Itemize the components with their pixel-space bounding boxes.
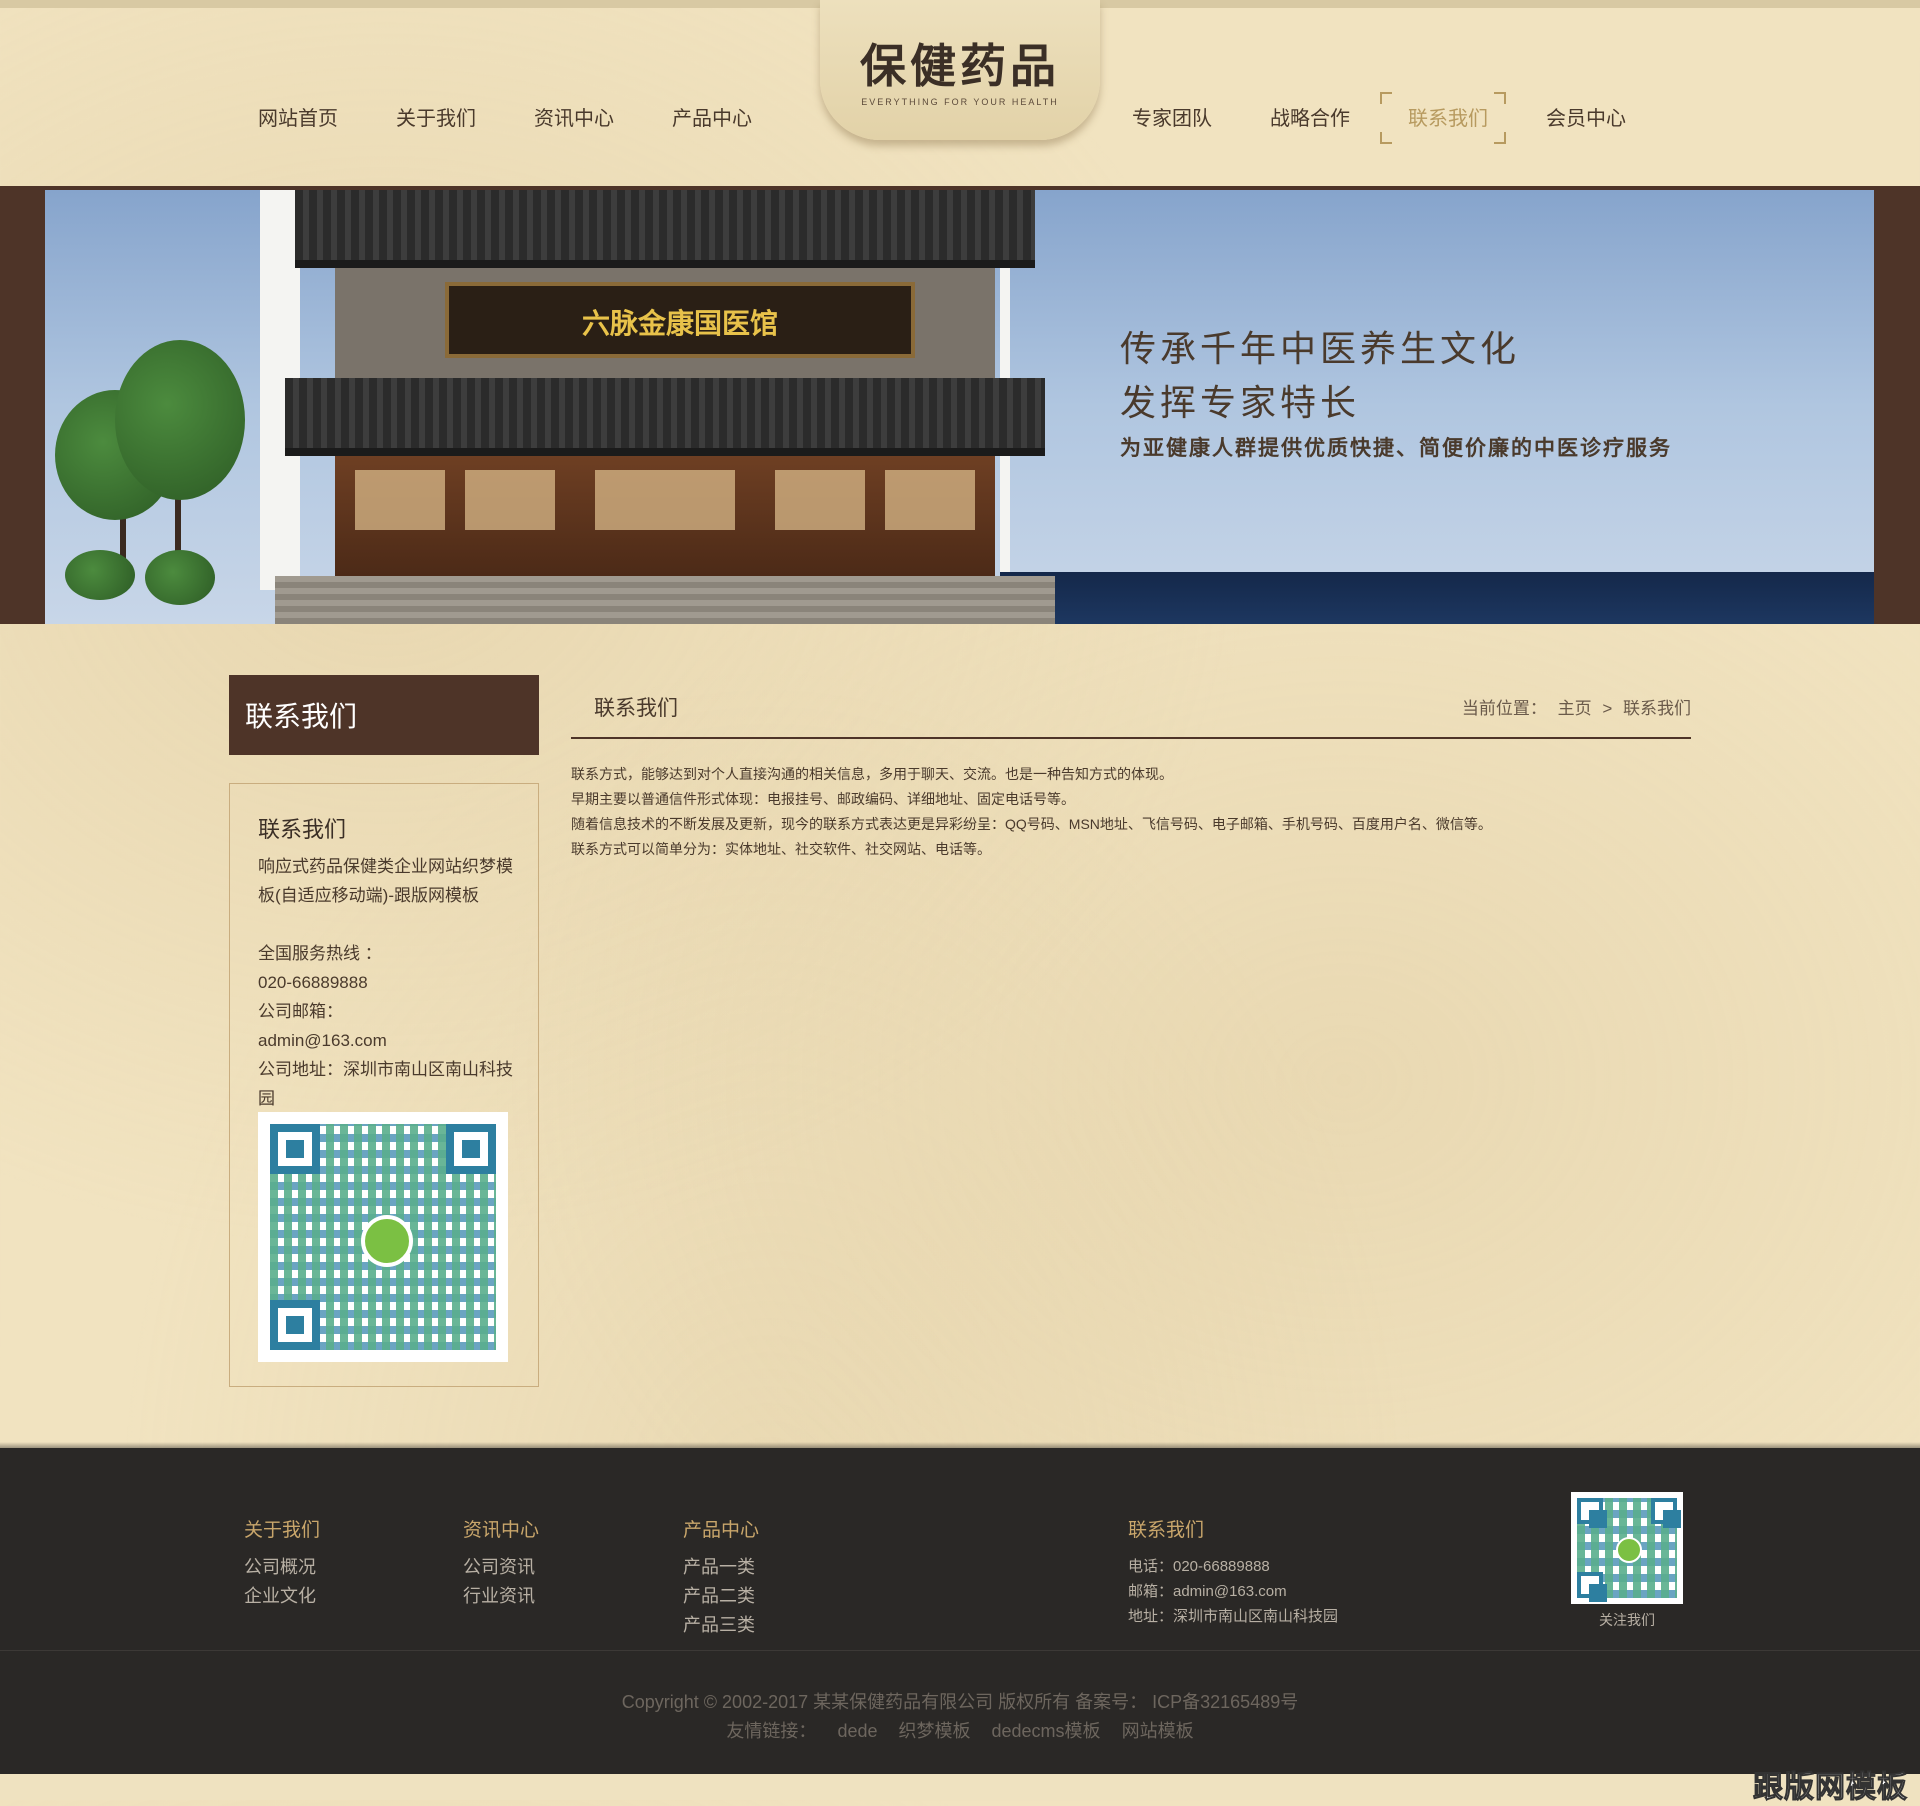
logo-title: 保健药品	[860, 39, 1060, 93]
logo-subtitle: EVERYTHING FOR YOUR HEALTH	[861, 97, 1059, 107]
email-value: admin@163.com	[258, 1031, 387, 1050]
footer-link[interactable]: 公司概况	[244, 1553, 316, 1579]
footer-link[interactable]: 行业资讯	[463, 1582, 535, 1608]
building: 六脉金康国医馆	[275, 190, 1055, 624]
banner-slogan-3: 为亚健康人群提供优质快捷、简便价廉的中医诊疗服务	[1120, 435, 1672, 460]
content-divider	[571, 737, 1691, 739]
nav-news[interactable]: 资讯中心	[522, 104, 626, 134]
footer-link[interactable]: 产品三类	[683, 1611, 755, 1637]
friend-link[interactable]: 织梦模板	[899, 1721, 971, 1741]
company-name: 响应式药品保健类企业网站织梦模板(自适应移动端)-跟版网模板	[258, 857, 513, 905]
nav-experts[interactable]: 专家团队	[1120, 104, 1224, 134]
email-label: 公司邮箱：	[258, 1002, 343, 1021]
breadcrumb: 当前位置： 主页 > 联系我们	[1456, 694, 1691, 719]
footer-address: 地址：深圳市南山区南山科技园	[1128, 1608, 1339, 1625]
footer-divider	[0, 1650, 1920, 1651]
bottom-strip	[0, 1774, 1920, 1800]
friend-link[interactable]: 网站模板	[1122, 1721, 1194, 1741]
site-logo[interactable]: 保健药品 EVERYTHING FOR YOUR HEALTH	[820, 0, 1100, 140]
footer-email: 邮箱：admin@163.com	[1128, 1583, 1287, 1600]
content-title: 联系我们	[594, 697, 678, 720]
shrub	[145, 550, 215, 605]
hotline-label: 全国服务热线 ：	[258, 944, 382, 963]
window	[885, 470, 975, 530]
friend-links-label: 友情链接：	[726, 1721, 817, 1741]
qr-finder	[270, 1124, 320, 1174]
stone-steps	[275, 576, 1055, 624]
window	[775, 470, 865, 530]
door	[595, 470, 735, 530]
nav-active-bracket-tr	[1494, 92, 1506, 104]
nav-active-bracket-bl	[1380, 132, 1392, 144]
watermark: 跟版网模板	[1753, 1771, 1908, 1805]
footer-col-news-title[interactable]: 资讯中心	[463, 1515, 539, 1542]
sidebar-heading-text: 联系我们	[245, 701, 358, 732]
footer-link[interactable]: 产品一类	[683, 1553, 755, 1579]
nav-active-bracket-tl	[1380, 92, 1392, 104]
footer-link[interactable]: 产品二类	[683, 1582, 755, 1608]
qr-finder	[1577, 1572, 1607, 1602]
sidebar-contact-box: 联系我们 响应式药品保健类企业网站织梦模板(自适应移动端)-跟版网模板 全国服务…	[229, 783, 539, 1387]
tree-crown	[115, 340, 245, 500]
qr-finder	[270, 1300, 320, 1350]
wechat-icon	[1616, 1537, 1642, 1563]
breadcrumb-current[interactable]: 联系我们	[1623, 699, 1691, 718]
nav-home[interactable]: 网站首页	[246, 104, 350, 134]
follow-us-label: 关注我们	[1599, 1612, 1655, 1628]
banner-slogan-1: 传承千年中医养生文化	[1120, 329, 1521, 370]
footer-qr-code	[1571, 1492, 1683, 1604]
window	[355, 470, 445, 530]
footer-phone: 电话：020-66889888	[1128, 1558, 1270, 1575]
lower-roof	[285, 378, 1045, 456]
wechat-icon	[361, 1215, 413, 1267]
wechat-qr-code	[258, 1112, 508, 1362]
friend-link[interactable]: dede	[837, 1721, 877, 1741]
content-paragraph: 早期主要以普通信件形式体现：电报挂号、邮政编码、详细地址、固定电话号等。	[571, 791, 1075, 807]
qr-finder	[1651, 1498, 1681, 1528]
qr-finder	[1577, 1498, 1607, 1528]
footer-col-about-title[interactable]: 关于我们	[244, 1515, 320, 1542]
footer-link[interactable]: 企业文化	[244, 1582, 316, 1608]
friend-link[interactable]: dedecms模板	[992, 1721, 1101, 1741]
shop-sign-text: 六脉金康国医馆	[581, 307, 778, 340]
breadcrumb-label: 当前位置：	[1461, 699, 1547, 718]
copyright: Copyright © 2002-2017 某某保健药品有限公司 版权所有 备案…	[621, 1692, 1299, 1712]
content-paragraph: 联系方式，能够达到对个人直接沟通的相关信息，多用于聊天、交流。也是一种告知方式的…	[571, 766, 1173, 782]
window	[465, 470, 555, 530]
friend-links: 友情链接： dede 织梦模板 dedecms模板 网站模板	[0, 1717, 1920, 1743]
breadcrumb-separator: >	[1602, 699, 1613, 718]
nav-contact[interactable]: 联系我们	[1396, 104, 1500, 134]
banner-sea	[1000, 572, 1874, 624]
content-paragraph: 随着信息技术的不断发展及更新，现今的联系方式表达更是异彩纷呈：QQ号码、MSN地…	[571, 816, 1492, 832]
hotline-number: 020-66889888	[258, 973, 368, 992]
banner-slogan-2: 发挥专家特长	[1120, 383, 1361, 424]
footer-link[interactable]: 公司资讯	[463, 1553, 535, 1579]
nav-products[interactable]: 产品中心	[660, 104, 764, 134]
sidebar-box-title: 联系我们	[258, 817, 347, 842]
breadcrumb-home[interactable]: 主页	[1558, 699, 1592, 718]
nav-about[interactable]: 关于我们	[384, 104, 488, 134]
shrub	[65, 550, 135, 600]
footer-contact-title: 联系我们	[1128, 1520, 1205, 1541]
nav-member[interactable]: 会员中心	[1534, 104, 1638, 134]
content-paragraph: 联系方式可以简单分为：实体地址、社交软件、社交网站、电话等。	[571, 841, 991, 857]
shop-sign: 六脉金康国医馆	[445, 282, 915, 358]
sidebar-heading: 联系我们	[229, 675, 539, 755]
site-header: 网站首页 关于我们 资讯中心 产品中心 保健药品 EVERYTHING FOR …	[0, 0, 1920, 186]
upper-roof	[295, 190, 1035, 268]
qr-finder	[446, 1124, 496, 1174]
hero-banner: 六脉金康国医馆 传承千年中医养生文化 发挥专家特长 为亚健康人群提供优质快捷、简…	[45, 190, 1874, 624]
nav-partners[interactable]: 战略合作	[1258, 104, 1362, 134]
address: 公司地址：深圳市南山区南山科技园	[258, 1060, 513, 1108]
nav-active-bracket-br	[1494, 132, 1506, 144]
footer-col-products-title[interactable]: 产品中心	[683, 1515, 759, 1542]
